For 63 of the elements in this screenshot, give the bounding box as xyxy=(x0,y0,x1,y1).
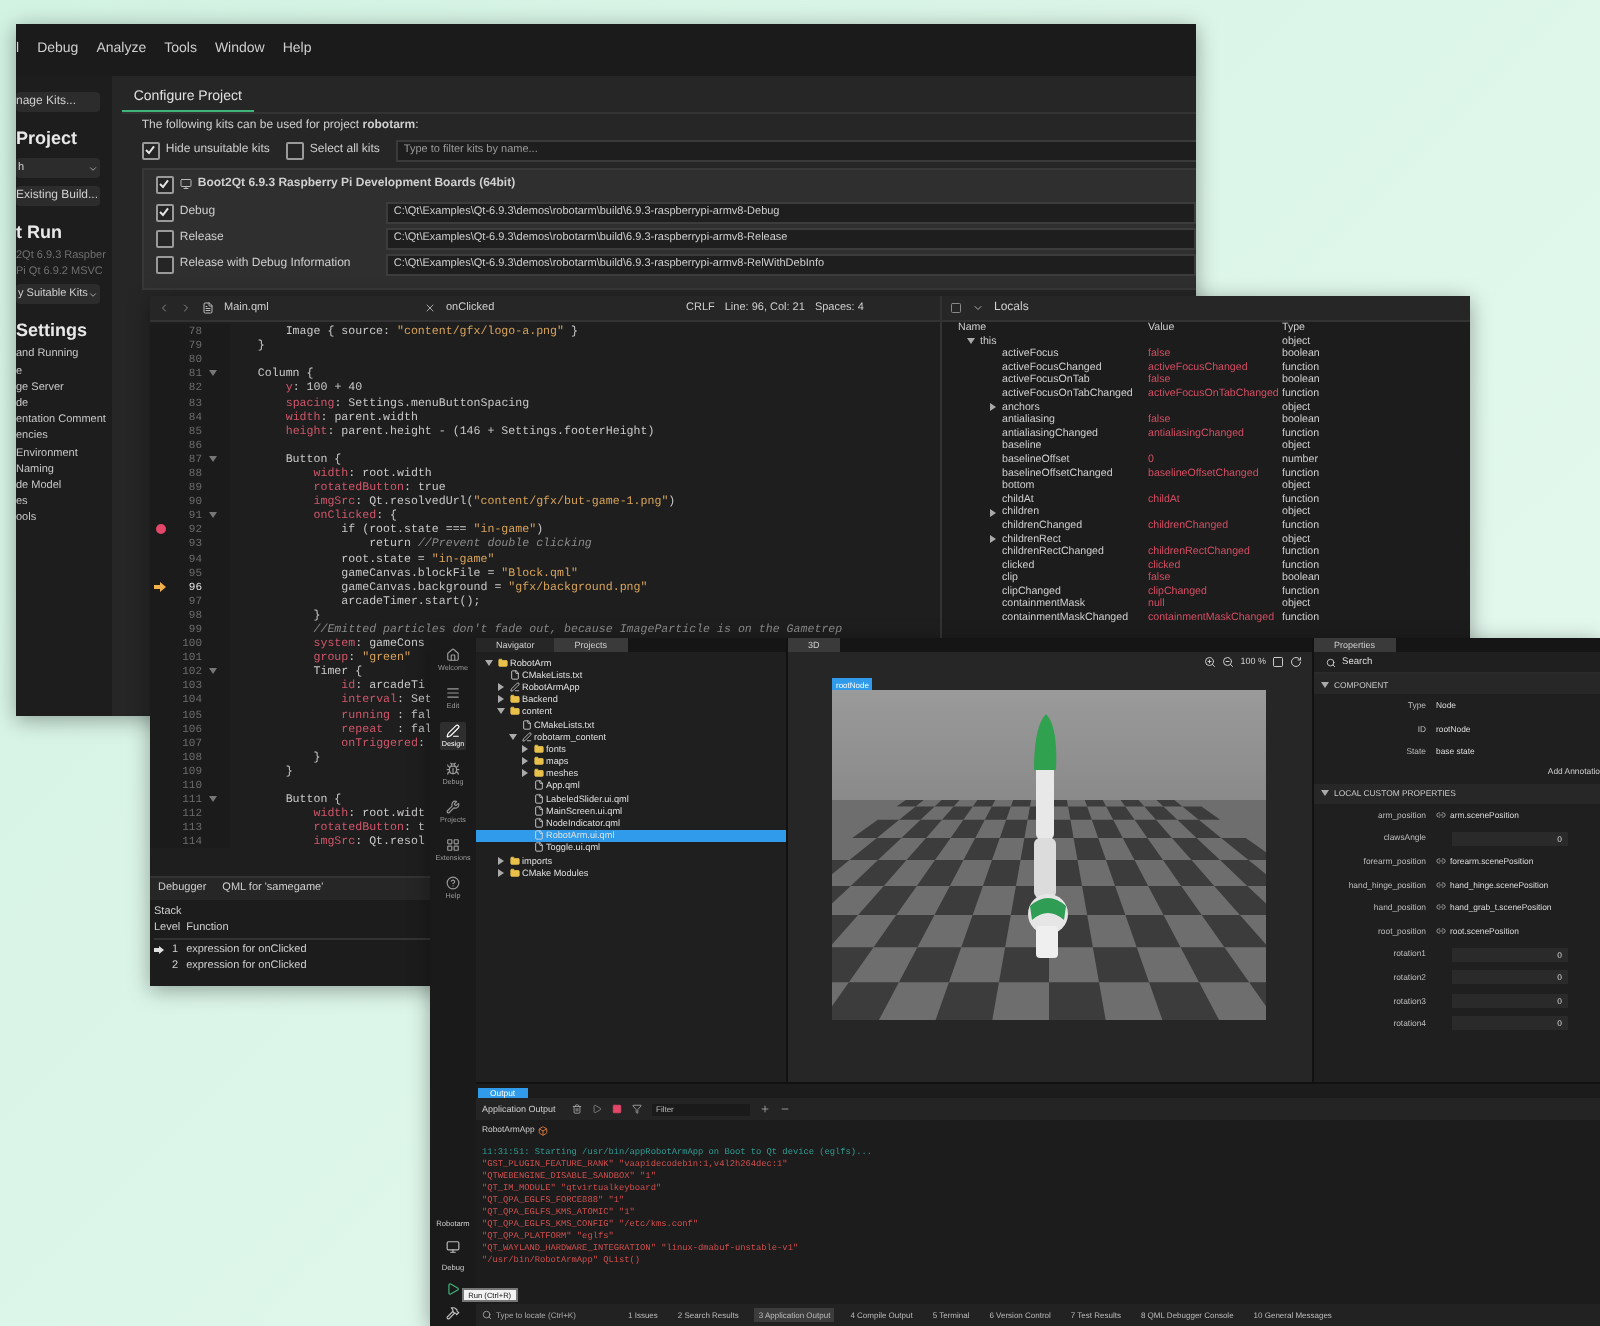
collapse-arrow-icon[interactable] xyxy=(207,666,217,677)
trash-icon[interactable] xyxy=(572,1104,582,1114)
checkbox[interactable] xyxy=(285,141,304,160)
zoom-out-icon[interactable] xyxy=(1222,656,1235,668)
collapse-arrow-icon[interactable] xyxy=(207,794,217,805)
link-icon xyxy=(1436,879,1446,890)
folder-icon xyxy=(497,657,507,668)
sidebar-heading: t Run xyxy=(16,222,64,242)
text-lines-icon xyxy=(446,686,460,700)
collapse-arrow-icon[interactable] xyxy=(508,731,518,742)
toggle-icon[interactable] xyxy=(950,302,962,314)
stop-icon[interactable] xyxy=(612,1104,622,1114)
zoom-in-icon[interactable] xyxy=(1204,656,1217,668)
sidebar-heading: Project xyxy=(16,128,80,148)
collapse-arrow-icon[interactable] xyxy=(966,336,976,347)
plus-icon[interactable] xyxy=(760,1104,770,1114)
monitor-icon[interactable] xyxy=(445,1239,460,1254)
close-icon[interactable] xyxy=(424,302,436,314)
link-icon xyxy=(1436,856,1446,867)
checkbox[interactable] xyxy=(155,175,174,194)
link-icon xyxy=(1436,902,1446,913)
robot-arm-drawing[interactable] xyxy=(1028,714,1068,958)
search-icon xyxy=(1326,657,1336,667)
help-icon xyxy=(446,876,460,890)
chevron-icon xyxy=(87,289,98,300)
filter-icon xyxy=(632,1104,642,1114)
checkbox[interactable] xyxy=(155,255,174,274)
pen-icon xyxy=(509,681,519,692)
reset-icon[interactable] xyxy=(1290,656,1302,668)
pen-icon xyxy=(521,731,531,742)
collapse-arrow-icon[interactable] xyxy=(207,368,217,379)
sidebar-heading: Settings xyxy=(16,320,90,341)
app-status-icon xyxy=(538,1125,549,1135)
fit-icon[interactable] xyxy=(1272,656,1284,668)
hammer-icon[interactable] xyxy=(445,1306,460,1320)
file-icon xyxy=(521,719,531,730)
collapse-arrow-icon[interactable] xyxy=(207,510,217,521)
link-icon xyxy=(1436,810,1446,821)
chevron-icon[interactable] xyxy=(972,302,984,314)
chevron-icon xyxy=(87,163,98,173)
wrench-icon xyxy=(445,800,460,814)
collapse-arrow-icon[interactable] xyxy=(207,453,217,464)
run-icon[interactable] xyxy=(445,1282,460,1296)
collapse-arrow-icon[interactable] xyxy=(1320,679,1330,689)
expand-arrow-icon[interactable] xyxy=(988,402,998,413)
checkbox[interactable] xyxy=(155,203,174,222)
breakpoint-icon[interactable] xyxy=(155,524,165,535)
grid-icon xyxy=(446,838,460,852)
run-icon[interactable] xyxy=(592,1104,602,1114)
file-icon xyxy=(202,302,214,314)
search-icon xyxy=(482,1310,492,1320)
bug-icon xyxy=(446,762,460,776)
checkbox[interactable] xyxy=(141,141,160,160)
link-icon xyxy=(1436,926,1446,937)
collapse-arrow-icon[interactable] xyxy=(1320,788,1330,799)
pen-icon xyxy=(446,724,460,738)
collapse-arrow-icon[interactable] xyxy=(484,657,494,668)
device-icon xyxy=(179,178,192,191)
file-icon xyxy=(509,669,519,680)
checkbox[interactable] xyxy=(155,229,174,248)
expand-arrow-icon[interactable] xyxy=(988,508,998,519)
expand-arrow-icon[interactable] xyxy=(988,534,998,545)
home-icon xyxy=(445,648,460,662)
